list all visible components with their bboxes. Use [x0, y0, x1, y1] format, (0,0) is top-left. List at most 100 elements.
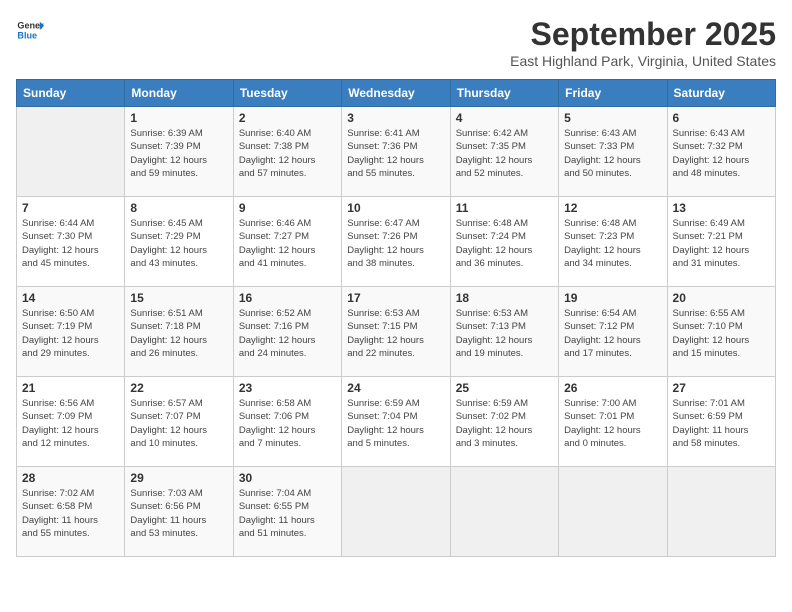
day-info: Sunrise: 6:48 AM Sunset: 7:23 PM Dayligh…	[564, 217, 661, 270]
calendar-week-row: 1Sunrise: 6:39 AM Sunset: 7:39 PM Daylig…	[17, 107, 776, 197]
day-info: Sunrise: 7:02 AM Sunset: 6:58 PM Dayligh…	[22, 487, 119, 540]
weekday-header: Wednesday	[342, 80, 450, 107]
calendar-title: September 2025	[510, 16, 776, 53]
day-number: 14	[22, 291, 119, 305]
day-info: Sunrise: 6:58 AM Sunset: 7:06 PM Dayligh…	[239, 397, 336, 450]
calendar-day-cell	[342, 467, 450, 557]
svg-text:Blue: Blue	[17, 30, 37, 40]
logo-icon: General Blue	[16, 16, 44, 44]
day-number: 25	[456, 381, 553, 395]
calendar-day-cell: 15Sunrise: 6:51 AM Sunset: 7:18 PM Dayli…	[125, 287, 233, 377]
day-number: 19	[564, 291, 661, 305]
calendar-day-cell: 19 Sunrise: 6:54 AM Sunset: 7:12 PM Dayli…	[559, 287, 667, 377]
day-info: Sunrise: 6:52 AM Sunset: 7:16 PM Dayligh…	[239, 307, 336, 360]
day-number: 23	[239, 381, 336, 395]
weekday-header: Monday	[125, 80, 233, 107]
weekday-header: Tuesday	[233, 80, 341, 107]
day-number: 5	[564, 111, 661, 125]
day-number: 27	[673, 381, 770, 395]
day-number: 13	[673, 201, 770, 215]
header: General Blue September 2025 East Highlan…	[16, 16, 776, 69]
calendar-day-cell: 27 Sunrise: 7:01 AM Sunset: 6:59 PM Dayli…	[667, 377, 775, 467]
calendar-body: 1Sunrise: 6:39 AM Sunset: 7:39 PM Daylig…	[17, 107, 776, 557]
day-info: Sunrise: 6:53 AM Sunset: 7:13 PM Dayligh…	[456, 307, 553, 360]
day-info: Sunrise: 6:49 AM Sunset: 7:21 PM Dayligh…	[673, 217, 770, 270]
title-area: September 2025 East Highland Park, Virgi…	[510, 16, 776, 69]
calendar-day-cell: 5 Sunrise: 6:43 AM Sunset: 7:33 PM Daylig…	[559, 107, 667, 197]
day-info: Sunrise: 6:42 AM Sunset: 7:35 PM Dayligh…	[456, 127, 553, 180]
day-number: 28	[22, 471, 119, 485]
calendar-day-cell: 3Sunrise: 6:41 AM Sunset: 7:36 PM Daylig…	[342, 107, 450, 197]
day-info: Sunrise: 6:48 AM Sunset: 7:24 PM Dayligh…	[456, 217, 553, 270]
day-number: 9	[239, 201, 336, 215]
day-info: Sunrise: 6:51 AM Sunset: 7:18 PM Dayligh…	[130, 307, 227, 360]
day-number: 22	[130, 381, 227, 395]
day-number: 18	[456, 291, 553, 305]
calendar-day-cell: 22Sunrise: 6:57 AM Sunset: 7:07 PM Dayli…	[125, 377, 233, 467]
calendar-day-cell	[450, 467, 558, 557]
day-number: 3	[347, 111, 444, 125]
weekday-header: Saturday	[667, 80, 775, 107]
calendar-day-cell: 8 Sunrise: 6:45 AM Sunset: 7:29 PM Daylig…	[125, 197, 233, 287]
day-info: Sunrise: 6:56 AM Sunset: 7:09 PM Dayligh…	[22, 397, 119, 450]
calendar-day-cell: 13 Sunrise: 6:49 AM Sunset: 7:21 PM Dayli…	[667, 197, 775, 287]
calendar-day-cell: 11 Sunrise: 6:48 AM Sunset: 7:24 PM Dayli…	[450, 197, 558, 287]
calendar-day-cell: 25 Sunrise: 6:59 AM Sunset: 7:02 PM Dayli…	[450, 377, 558, 467]
weekday-header: Thursday	[450, 80, 558, 107]
day-info: Sunrise: 7:04 AM Sunset: 6:55 PM Dayligh…	[239, 487, 336, 540]
day-number: 29	[130, 471, 227, 485]
calendar-day-cell: 7 Sunrise: 6:44 AM Sunset: 7:30 PM Daylig…	[17, 197, 125, 287]
day-number: 16	[239, 291, 336, 305]
day-info: Sunrise: 7:01 AM Sunset: 6:59 PM Dayligh…	[673, 397, 770, 450]
day-info: Sunrise: 6:46 AM Sunset: 7:27 PM Dayligh…	[239, 217, 336, 270]
calendar-day-cell: 16 Sunrise: 6:52 AM Sunset: 7:16 PM Dayli…	[233, 287, 341, 377]
day-info: Sunrise: 6:55 AM Sunset: 7:10 PM Dayligh…	[673, 307, 770, 360]
day-number: 20	[673, 291, 770, 305]
calendar-day-cell: 1Sunrise: 6:39 AM Sunset: 7:39 PM Daylig…	[125, 107, 233, 197]
weekday-header: Sunday	[17, 80, 125, 107]
calendar-day-cell: 17 Sunrise: 6:53 AM Sunset: 7:15 PM Dayli…	[342, 287, 450, 377]
calendar-day-cell: 20 Sunrise: 6:55 AM Sunset: 7:10 PM Dayli…	[667, 287, 775, 377]
day-info: Sunrise: 6:47 AM Sunset: 7:26 PM Dayligh…	[347, 217, 444, 270]
day-info: Sunrise: 6:59 AM Sunset: 7:02 PM Dayligh…	[456, 397, 553, 450]
day-number: 21	[22, 381, 119, 395]
calendar-subtitle: East Highland Park, Virginia, United Sta…	[510, 53, 776, 69]
calendar-day-cell: 30 Sunrise: 7:04 AM Sunset: 6:55 PM Dayli…	[233, 467, 341, 557]
day-number: 4	[456, 111, 553, 125]
logo: General Blue	[16, 16, 44, 44]
day-number: 30	[239, 471, 336, 485]
weekday-header: Friday	[559, 80, 667, 107]
day-number: 17	[347, 291, 444, 305]
calendar-week-row: 7 Sunrise: 6:44 AM Sunset: 7:30 PM Daylig…	[17, 197, 776, 287]
day-number: 6	[673, 111, 770, 125]
day-info: Sunrise: 6:45 AM Sunset: 7:29 PM Dayligh…	[130, 217, 227, 270]
day-info: Sunrise: 6:53 AM Sunset: 7:15 PM Dayligh…	[347, 307, 444, 360]
day-info: Sunrise: 7:00 AM Sunset: 7:01 PM Dayligh…	[564, 397, 661, 450]
day-number: 11	[456, 201, 553, 215]
calendar-week-row: 21 Sunrise: 6:56 AM Sunset: 7:09 PM Dayli…	[17, 377, 776, 467]
day-info: Sunrise: 6:50 AM Sunset: 7:19 PM Dayligh…	[22, 307, 119, 360]
day-info: Sunrise: 6:54 AM Sunset: 7:12 PM Dayligh…	[564, 307, 661, 360]
calendar-day-cell: 24 Sunrise: 6:59 AM Sunset: 7:04 PM Dayli…	[342, 377, 450, 467]
day-info: Sunrise: 6:40 AM Sunset: 7:38 PM Dayligh…	[239, 127, 336, 180]
calendar-day-cell	[667, 467, 775, 557]
calendar-day-cell	[17, 107, 125, 197]
day-number: 1	[130, 111, 227, 125]
calendar-day-cell: 6Sunrise: 6:43 AM Sunset: 7:32 PM Daylig…	[667, 107, 775, 197]
day-number: 24	[347, 381, 444, 395]
day-number: 2	[239, 111, 336, 125]
day-number: 12	[564, 201, 661, 215]
day-number: 7	[22, 201, 119, 215]
calendar-header: SundayMondayTuesdayWednesdayThursdayFrid…	[17, 80, 776, 107]
day-number: 26	[564, 381, 661, 395]
calendar-day-cell: 4 Sunrise: 6:42 AM Sunset: 7:35 PM Daylig…	[450, 107, 558, 197]
day-info: Sunrise: 6:59 AM Sunset: 7:04 PM Dayligh…	[347, 397, 444, 450]
calendar-day-cell: 28 Sunrise: 7:02 AM Sunset: 6:58 PM Dayli…	[17, 467, 125, 557]
calendar-day-cell: 23 Sunrise: 6:58 AM Sunset: 7:06 PM Dayli…	[233, 377, 341, 467]
day-info: Sunrise: 6:44 AM Sunset: 7:30 PM Dayligh…	[22, 217, 119, 270]
calendar-day-cell: 21 Sunrise: 6:56 AM Sunset: 7:09 PM Dayli…	[17, 377, 125, 467]
day-info: Sunrise: 6:43 AM Sunset: 7:33 PM Dayligh…	[564, 127, 661, 180]
day-number: 8	[130, 201, 227, 215]
calendar-day-cell: 2 Sunrise: 6:40 AM Sunset: 7:38 PM Daylig…	[233, 107, 341, 197]
calendar-day-cell: 18 Sunrise: 6:53 AM Sunset: 7:13 PM Dayli…	[450, 287, 558, 377]
